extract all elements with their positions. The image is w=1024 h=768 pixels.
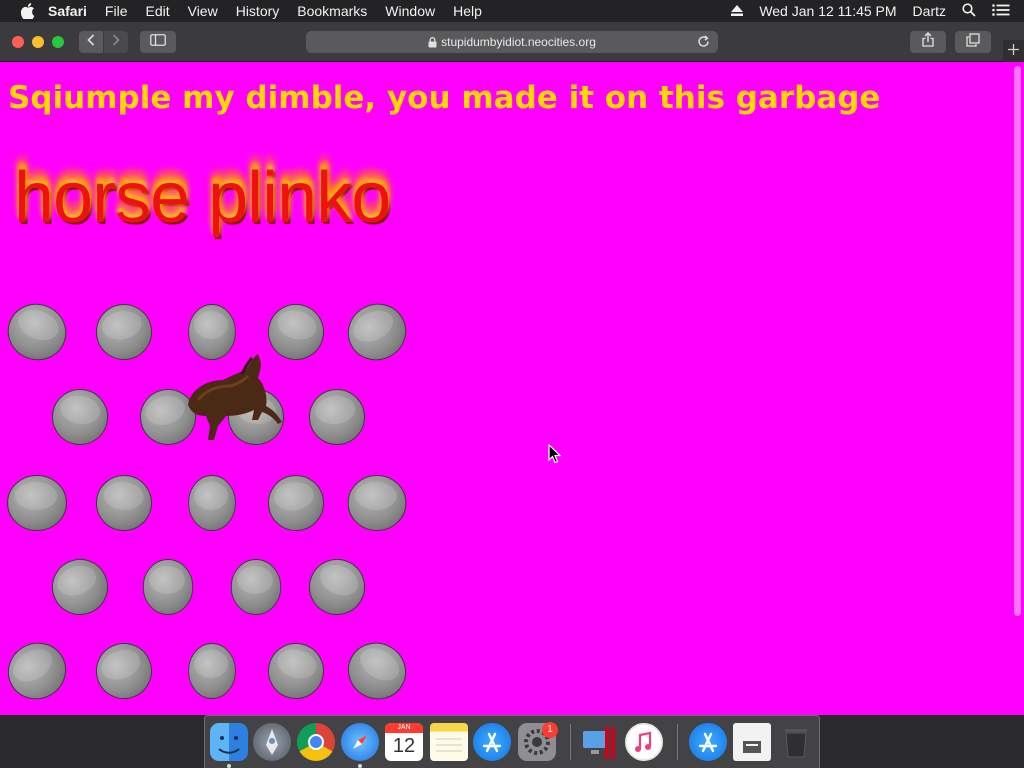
new-tab-button[interactable] xyxy=(1003,40,1024,62)
plinko-peg xyxy=(188,475,236,531)
apple-logo-icon[interactable] xyxy=(18,0,38,22)
plinko-peg xyxy=(264,471,328,535)
plinko-peg xyxy=(337,632,417,710)
calendar-icon[interactable]: JAN 12 xyxy=(385,723,423,761)
plus-icon xyxy=(1008,42,1019,60)
lock-icon xyxy=(428,36,437,48)
running-indicator xyxy=(358,764,362,768)
window-minimize-button[interactable] xyxy=(32,36,44,48)
plinko-peg xyxy=(142,559,194,615)
menu-help[interactable]: Help xyxy=(444,0,491,22)
plinko-peg xyxy=(188,643,236,699)
plinko-peg xyxy=(88,635,160,707)
web-page: Sqiumple my dimble, you made it on this … xyxy=(0,62,1024,715)
chevron-right-icon xyxy=(112,33,120,51)
documents-folder-icon[interactable] xyxy=(733,723,771,761)
menu-history[interactable]: History xyxy=(227,0,289,22)
mouse-cursor-icon xyxy=(548,444,562,464)
plinko-peg xyxy=(47,384,113,450)
trash-icon[interactable] xyxy=(777,723,815,761)
plinko-peg xyxy=(93,472,155,534)
launchpad-icon[interactable] xyxy=(253,723,291,761)
notification-center-icon[interactable] xyxy=(992,3,1010,19)
back-button[interactable] xyxy=(79,31,103,53)
window-close-button[interactable] xyxy=(12,36,24,48)
plinko-peg xyxy=(230,559,282,615)
eject-icon[interactable] xyxy=(731,3,744,19)
plinko-peg xyxy=(306,386,368,448)
tabs-overview-icon xyxy=(966,32,980,52)
plinko-peg xyxy=(299,549,375,625)
running-indicator xyxy=(227,764,231,768)
tabs-overview-button[interactable] xyxy=(955,31,991,53)
plinko-peg xyxy=(91,299,157,365)
page-scrollbar[interactable] xyxy=(1014,66,1021,616)
notification-badge: 1 xyxy=(542,722,558,738)
dock-separator xyxy=(677,724,678,760)
forward-button[interactable] xyxy=(104,31,128,53)
menu-bookmarks[interactable]: Bookmarks xyxy=(288,0,376,22)
calendar-month: JAN xyxy=(385,723,423,733)
calendar-day: 12 xyxy=(392,735,416,757)
notes-icon[interactable] xyxy=(430,723,468,761)
menu-file[interactable]: File xyxy=(96,0,137,22)
finder-icon[interactable] xyxy=(210,723,248,761)
plinko-peg xyxy=(347,475,407,531)
menu-bar: Safari File Edit View History Bookmarks … xyxy=(0,0,1024,22)
sidebar-toggle-button[interactable] xyxy=(140,31,176,53)
dock-separator xyxy=(570,724,571,760)
app-store-icon[interactable] xyxy=(473,723,511,761)
window-zoom-button[interactable] xyxy=(52,36,64,48)
dock: JAN 12 xyxy=(204,715,820,768)
menubar-user[interactable]: Dartz xyxy=(913,3,946,19)
page-headline: Sqiumple my dimble, you made it on this … xyxy=(8,80,881,116)
menubar-clock[interactable]: Wed Jan 12 11:45 PM xyxy=(759,3,896,19)
chevron-left-icon xyxy=(87,33,95,51)
share-button[interactable] xyxy=(910,31,946,53)
menu-window[interactable]: Window xyxy=(376,0,444,22)
browser-toolbar: stupidumbyidiot.neocities.org xyxy=(0,22,1024,62)
app-store-folder-icon[interactable] xyxy=(689,723,727,761)
spotlight-search-icon[interactable] xyxy=(962,2,976,20)
url-text: stupidumbyidiot.neocities.org xyxy=(441,35,596,49)
fire-title: horse plinko xyxy=(14,158,391,238)
horse-sprite xyxy=(188,354,282,440)
reload-icon[interactable] xyxy=(697,35,710,51)
sidebar-icon xyxy=(150,33,166,51)
parallels-icon[interactable] xyxy=(581,723,619,761)
plinko-peg xyxy=(0,295,75,369)
chrome-icon[interactable] xyxy=(297,723,335,761)
share-icon xyxy=(922,32,934,52)
menu-view[interactable]: View xyxy=(179,0,227,22)
address-bar[interactable]: stupidumbyidiot.neocities.org xyxy=(306,31,718,53)
menu-app-safari[interactable]: Safari xyxy=(38,0,96,22)
safari-icon[interactable] xyxy=(341,723,379,761)
plinko-peg xyxy=(44,551,116,623)
plinko-peg xyxy=(338,294,416,370)
menu-edit[interactable]: Edit xyxy=(136,0,178,22)
plinko-peg xyxy=(261,636,331,706)
itunes-icon[interactable] xyxy=(625,723,663,761)
plinko-peg xyxy=(0,632,77,710)
plinko-peg xyxy=(7,475,67,531)
